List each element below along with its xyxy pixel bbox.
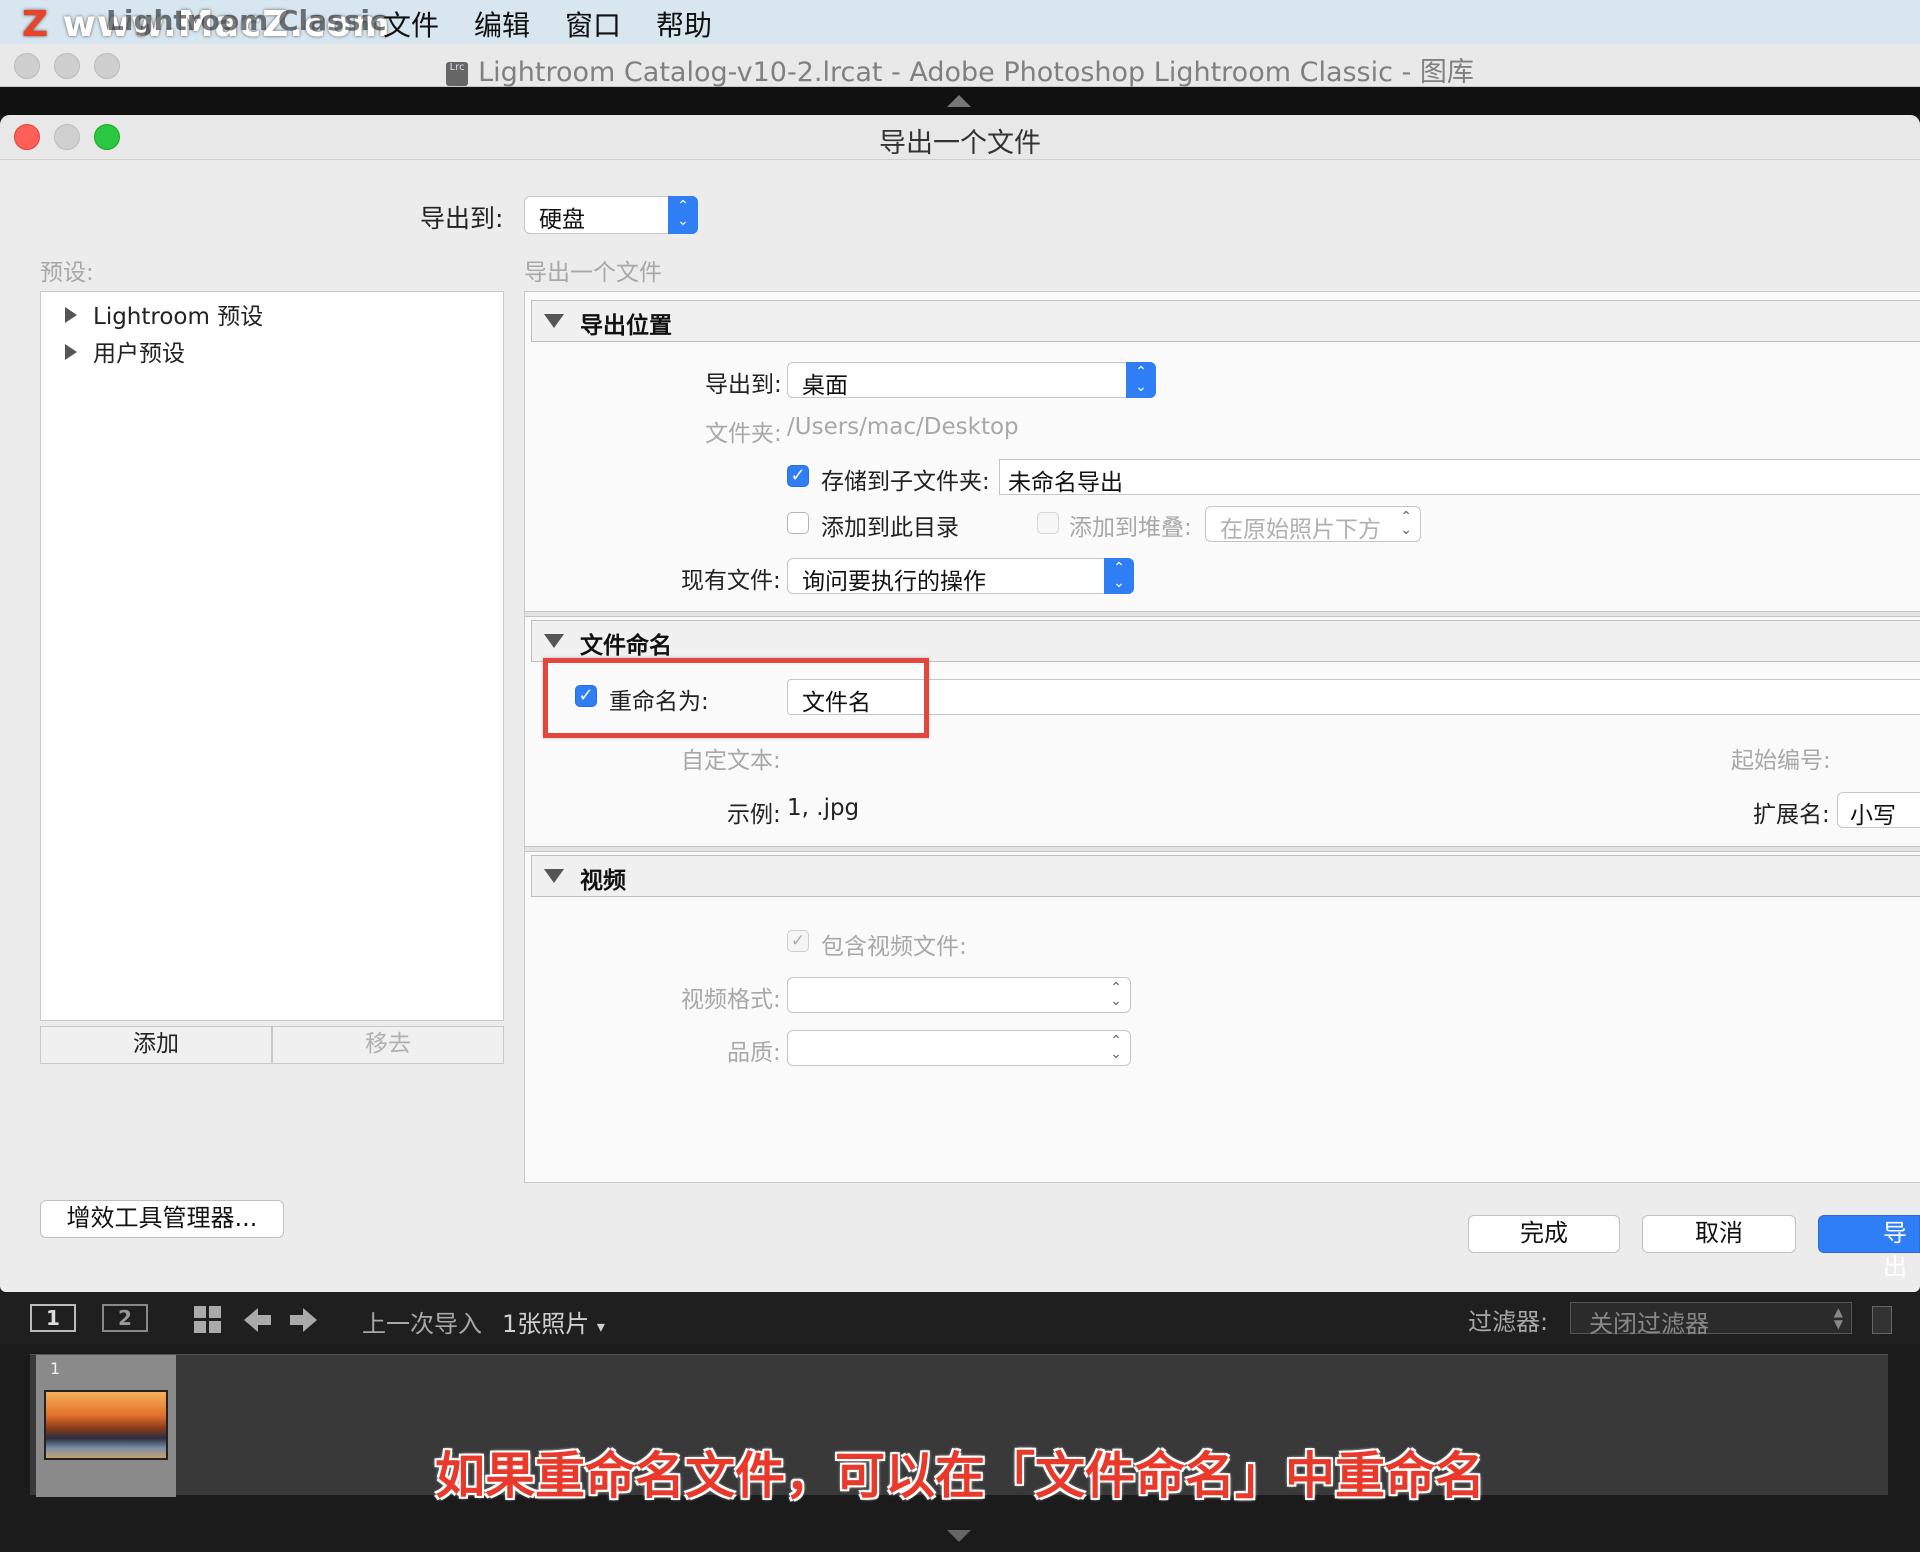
filter-lock-icon[interactable] — [1872, 1306, 1892, 1334]
main-window-title: Lrc Lightroom Catalog-v10-2.lrcat - Adobe… — [0, 50, 1920, 89]
example-filename: 1, .jpg — [787, 795, 860, 821]
folder-path: /Users/mac/Desktop — [787, 414, 1019, 440]
disclosure-triangle-down-icon — [544, 634, 564, 648]
preset-group-user[interactable]: 用户预设 — [65, 334, 185, 368]
subfolder-label: 存储到子文件夹: — [821, 469, 990, 495]
video-format-popup[interactable]: ⌃ ⌄ — [787, 977, 1131, 1013]
add-to-stack-checkbox[interactable] — [1037, 512, 1059, 534]
cell-index: 1 — [50, 1359, 61, 1378]
extension-case-popup[interactable]: 小写 — [1837, 792, 1920, 829]
custom-text-label: 自定文本: — [681, 748, 781, 774]
add-to-stack-label: 添加到堆叠: — [1069, 515, 1192, 541]
filmstrip-source[interactable]: 上一次导入 — [362, 1304, 482, 1339]
popup-chevrons-icon: ▲ ▼ — [1833, 1305, 1843, 1331]
dialog-titlebar: 导出一个文件 — [0, 115, 1920, 160]
popup-chevrons-icon: ⌃ ⌄ — [1126, 362, 1156, 398]
menu-file[interactable]: 文件 — [383, 4, 439, 44]
menu-window[interactable]: 窗口 — [565, 4, 621, 44]
rename-template-popup[interactable]: 文件名 — [787, 679, 1920, 716]
quality-popup[interactable]: ⌃ ⌄ — [787, 1030, 1131, 1066]
popup-chevrons-icon: ⌃ ⌄ — [1104, 558, 1134, 594]
folder-label: 文件夹: — [705, 421, 782, 447]
lrc-document-icon: Lrc — [446, 61, 469, 86]
section-header-video[interactable]: 视频 — [531, 855, 1920, 897]
settings-caption: 导出一个文件 — [524, 260, 662, 286]
plugin-manager-button[interactable]: 增效工具管理器... — [40, 1200, 284, 1238]
done-button[interactable]: 完成 — [1468, 1215, 1620, 1253]
macos-menubar: Z www.MacZ.com Lightroom Classic 文件 编辑 窗… — [0, 0, 1920, 45]
presets-label: 预设: — [40, 260, 94, 286]
cancel-button[interactable]: 取消 — [1642, 1215, 1796, 1253]
main-screen-button[interactable]: 1 — [30, 1304, 76, 1332]
add-to-catalog-checkbox[interactable] — [787, 512, 809, 534]
preset-group-lightroom[interactable]: Lightroom 预设 — [65, 297, 263, 331]
start-number-label: 起始编号: — [1731, 748, 1831, 774]
dialog-title: 导出一个文件 — [879, 128, 1041, 159]
example-label: 示例: — [727, 802, 781, 828]
popup-chevrons-icon: ⌃ ⌄ — [1110, 980, 1122, 1009]
export-location-popup[interactable]: 桌面 ⌃ ⌄ — [787, 362, 1156, 399]
disclosure-triangle-icon — [65, 344, 77, 360]
app-menu[interactable]: Lightroom Classic — [106, 4, 387, 37]
popup-chevrons-icon: ⌃ ⌄ — [668, 196, 698, 234]
export-to-popup[interactable]: 硬盘 ⌃ ⌄ — [524, 196, 698, 234]
secondary-screen-button[interactable]: 2 — [102, 1304, 148, 1332]
export-button[interactable]: 导出 — [1818, 1215, 1920, 1281]
add-to-catalog-label: 添加到此目录 — [821, 515, 959, 541]
section-header-file-naming[interactable]: 文件命名 — [531, 620, 1920, 662]
back-arrow-icon[interactable] — [244, 1306, 272, 1338]
disclosure-triangle-icon — [65, 307, 77, 323]
filter-label: 过滤器: — [1468, 1308, 1549, 1336]
main-window-titlebar: Lrc Lightroom Catalog-v10-2.lrcat - Adobe… — [0, 44, 1920, 89]
collapse-top-panel-icon[interactable] — [947, 95, 971, 107]
dropdown-triangle-icon: ▾ — [596, 1317, 605, 1336]
collapse-bottom-panel-icon[interactable] — [947, 1530, 971, 1542]
quality-label: 品质: — [727, 1040, 781, 1066]
add-preset-button[interactable]: 添加 — [40, 1026, 272, 1064]
photo-count[interactable]: 1张照片 ▾ — [502, 1304, 605, 1339]
annotation-highlight-box — [543, 658, 929, 738]
include-video-label: 包含视频文件: — [821, 934, 967, 960]
section-header-export-location[interactable]: 导出位置 — [531, 300, 1920, 342]
export-to-label: 导出到: — [420, 204, 504, 233]
grid-view-icon[interactable] — [194, 1306, 222, 1334]
extension-label: 扩展名: — [1753, 802, 1830, 828]
disclosure-triangle-down-icon — [544, 869, 564, 883]
section-separator — [525, 611, 1920, 617]
stack-position-popup[interactable]: 在原始照片下方 ⌃ ⌄ — [1205, 506, 1421, 543]
menu-edit[interactable]: 编辑 — [474, 4, 530, 44]
existing-files-popup[interactable]: 询问要执行的操作 ⌃ ⌄ — [787, 558, 1134, 595]
disclosure-triangle-down-icon — [544, 314, 564, 328]
filmstrip-toolbar: 1 2 上一次导入 1张照片 ▾ 过滤器: 关闭过滤器 ▲ ▼ — [0, 1292, 1920, 1344]
include-video-checkbox[interactable]: ✓ — [787, 930, 809, 952]
video-format-label: 视频格式: — [681, 987, 781, 1013]
export-location-label: 导出到: — [705, 372, 782, 398]
subfolder-name-input[interactable]: 未命名导出 — [999, 459, 1920, 496]
subfolder-checkbox[interactable]: ✓ — [787, 465, 809, 487]
section-separator — [525, 846, 1920, 852]
existing-files-label: 现有文件: — [681, 568, 781, 594]
forward-arrow-icon[interactable] — [290, 1306, 318, 1338]
remove-preset-button[interactable]: 移去 — [272, 1026, 504, 1064]
popup-chevrons-icon: ⌃ ⌄ — [1110, 1033, 1122, 1062]
filter-popup[interactable]: 关闭过滤器 ▲ ▼ — [1570, 1302, 1852, 1338]
menu-help[interactable]: 帮助 — [656, 4, 712, 44]
tutorial-caption: 如果重命名文件，可以在「文件命名」中重命名 — [435, 1447, 1485, 1505]
popup-chevrons-icon: ⌃ ⌄ — [1400, 509, 1412, 538]
presets-panel: Lightroom 预设 用户预设 — [40, 291, 504, 1021]
